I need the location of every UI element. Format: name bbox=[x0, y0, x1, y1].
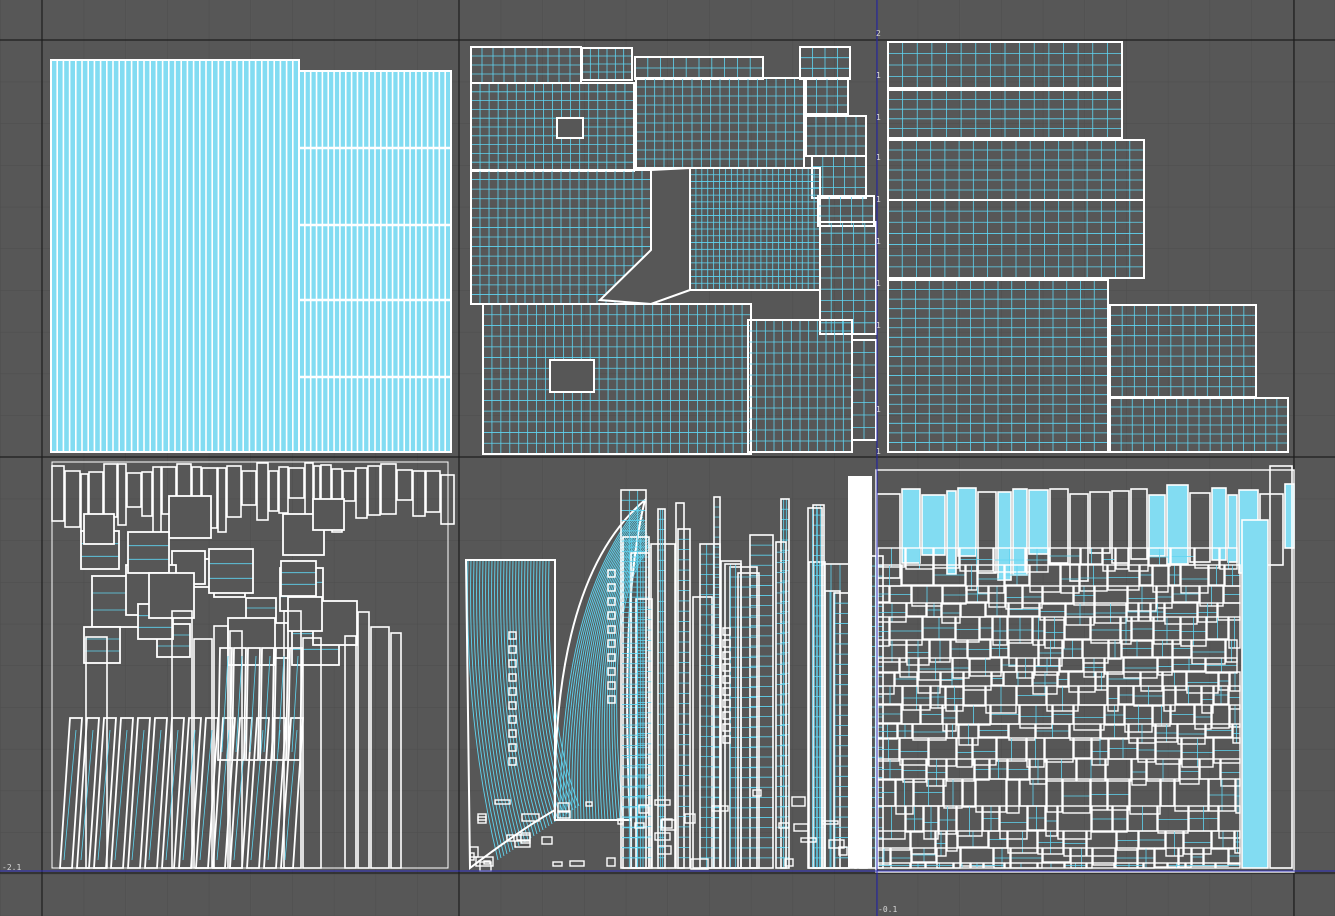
panel-shell bbox=[227, 617, 276, 666]
mosaic-strip bbox=[1028, 489, 1049, 555]
panel-shell bbox=[83, 626, 121, 664]
mosaic-strip bbox=[957, 487, 977, 557]
panel-shell bbox=[287, 596, 323, 632]
mosaic-column bbox=[1241, 519, 1269, 869]
mosaic-strip bbox=[1148, 494, 1166, 557]
strip-shell-large bbox=[50, 59, 300, 453]
tile-top-left bbox=[50, 59, 452, 453]
mosaic-strip bbox=[946, 490, 957, 575]
uv-editor-viewport[interactable]: -2.1 -0.1 2 111111111 bbox=[0, 0, 1335, 916]
panel-shell bbox=[127, 531, 170, 574]
panel-shell bbox=[83, 513, 115, 545]
panel-shell bbox=[208, 548, 254, 594]
panel-shell bbox=[280, 560, 317, 597]
panel-shell bbox=[312, 498, 345, 531]
mosaic-strip bbox=[921, 494, 946, 556]
uv-canvas[interactable] bbox=[0, 0, 1335, 916]
strip-shell-small bbox=[298, 70, 452, 453]
panel-shell bbox=[168, 495, 212, 539]
mosaic-strip bbox=[1227, 494, 1238, 563]
